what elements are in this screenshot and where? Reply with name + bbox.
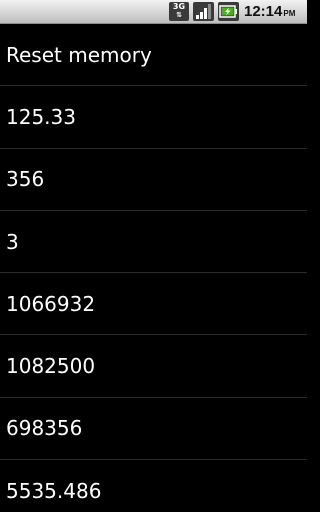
list-item-label: 3 bbox=[6, 229, 19, 254]
clock-ampm: PM bbox=[283, 9, 296, 18]
list-item-label: 5535.486 bbox=[6, 478, 102, 503]
status-clock: 12:14PM bbox=[244, 3, 295, 20]
list-item-label: 1066932 bbox=[6, 291, 96, 316]
list-item-label: 698356 bbox=[6, 416, 83, 441]
status-bar: 3G ⇅ 12:14PM bbox=[0, 0, 307, 24]
reset-memory-item[interactable]: Reset memory bbox=[0, 24, 307, 87]
results-list: Reset memory 125.33 356 3 1066932 108250… bbox=[0, 24, 307, 512]
data-arrows-icon: ⇅ bbox=[176, 11, 182, 19]
list-item-label: 125.33 bbox=[6, 104, 76, 129]
list-item[interactable]: 1082500 bbox=[0, 335, 307, 398]
list-item[interactable]: 125.33 bbox=[0, 86, 307, 149]
list-item[interactable]: 3 bbox=[0, 211, 307, 274]
list-item-label: Reset memory bbox=[6, 42, 152, 67]
list-item[interactable]: 698356 bbox=[0, 398, 307, 461]
list-item-label: 356 bbox=[6, 167, 45, 192]
network-type-label: 3G bbox=[172, 2, 186, 11]
battery-charging-icon bbox=[218, 2, 239, 21]
list-item[interactable]: 5535.486 bbox=[0, 460, 307, 512]
list-item[interactable]: 1066932 bbox=[0, 273, 307, 336]
list-item[interactable]: 356 bbox=[0, 149, 307, 211]
3g-data-icon: 3G ⇅ bbox=[169, 2, 189, 21]
list-item-label: 1082500 bbox=[6, 354, 96, 379]
clock-time: 12:14 bbox=[244, 3, 283, 20]
signal-strength-icon bbox=[193, 2, 214, 21]
